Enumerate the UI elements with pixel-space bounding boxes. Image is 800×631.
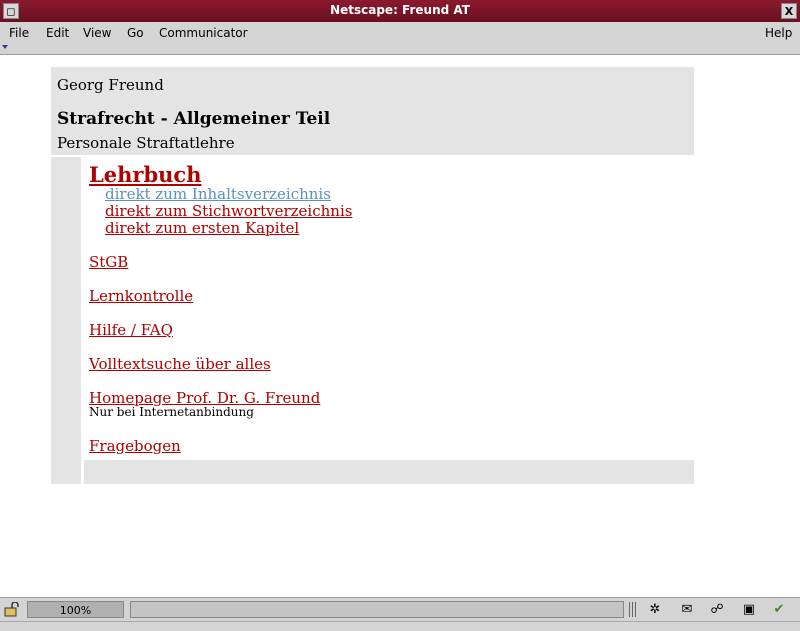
lernkontrolle-link[interactable]: Lernkontrolle <box>89 287 193 305</box>
stgb-link[interactable]: StGB <box>89 253 128 271</box>
hilfe-faq-link[interactable]: Hilfe / FAQ <box>89 321 173 339</box>
stichwortverzeichnis-link[interactable]: direkt zum Stichwortverzeichnis <box>105 202 352 220</box>
lock-icon[interactable] <box>4 602 20 617</box>
header-panel: Georg Freund Strafrecht - Allgemeiner Te… <box>51 67 694 155</box>
status-message-area <box>130 601 624 618</box>
fragebogen-link[interactable]: Fragebogen <box>89 437 181 455</box>
expand-toolbar-icon[interactable] <box>2 45 8 49</box>
erstes-kapitel-link[interactable]: direkt zum ersten Kapitel <box>105 219 299 237</box>
menu-communicator[interactable]: Communicator <box>159 26 248 40</box>
footer-left-cell <box>51 460 81 484</box>
lehrbuch-link[interactable]: Lehrbuch <box>89 162 201 187</box>
menu-bar: File Edit View Go Communicator Help <box>0 22 800 44</box>
author-name: Georg Freund <box>57 76 164 94</box>
close-button[interactable]: X <box>781 3 797 19</box>
collapsed-toolbar[interactable] <box>0 44 800 55</box>
footer-bar <box>84 460 694 484</box>
navigator-icon[interactable]: ✲ <box>645 601 665 618</box>
menu-file[interactable]: File <box>9 26 29 40</box>
volltextsuche-link[interactable]: Volltextsuche über alles <box>89 355 271 373</box>
menu-view[interactable]: View <box>83 26 111 40</box>
menu-go[interactable]: Go <box>127 26 144 40</box>
title-bar: ◻ Netscape: Freund AT X <box>0 0 800 22</box>
window-title: Netscape: Freund AT <box>330 3 470 17</box>
inhaltsverzeichnis-link[interactable]: direkt zum Inhaltsverzeichnis <box>105 185 331 203</box>
component-bar-grip[interactable] <box>629 602 637 617</box>
mail-icon[interactable]: ✉ <box>677 601 697 618</box>
book-title: Strafrecht - Allgemeiner Teil <box>57 109 331 129</box>
zoom-level: 100% <box>27 601 124 618</box>
left-sidebar-column <box>51 157 81 484</box>
menu-edit[interactable]: Edit <box>46 26 69 40</box>
book-subtitle: Personale Straftatlehre <box>57 134 235 152</box>
edit-check-icon[interactable]: ✔ <box>769 601 789 618</box>
homepage-note: Nur bei Internetanbindung <box>89 405 254 419</box>
menu-help[interactable]: Help <box>765 26 792 40</box>
composer-icon[interactable]: ▣ <box>739 601 759 618</box>
discussions-icon[interactable]: ☍ <box>707 601 727 618</box>
status-bar: 100% ✲ ✉ ☍ ▣ ✔ <box>0 597 800 622</box>
